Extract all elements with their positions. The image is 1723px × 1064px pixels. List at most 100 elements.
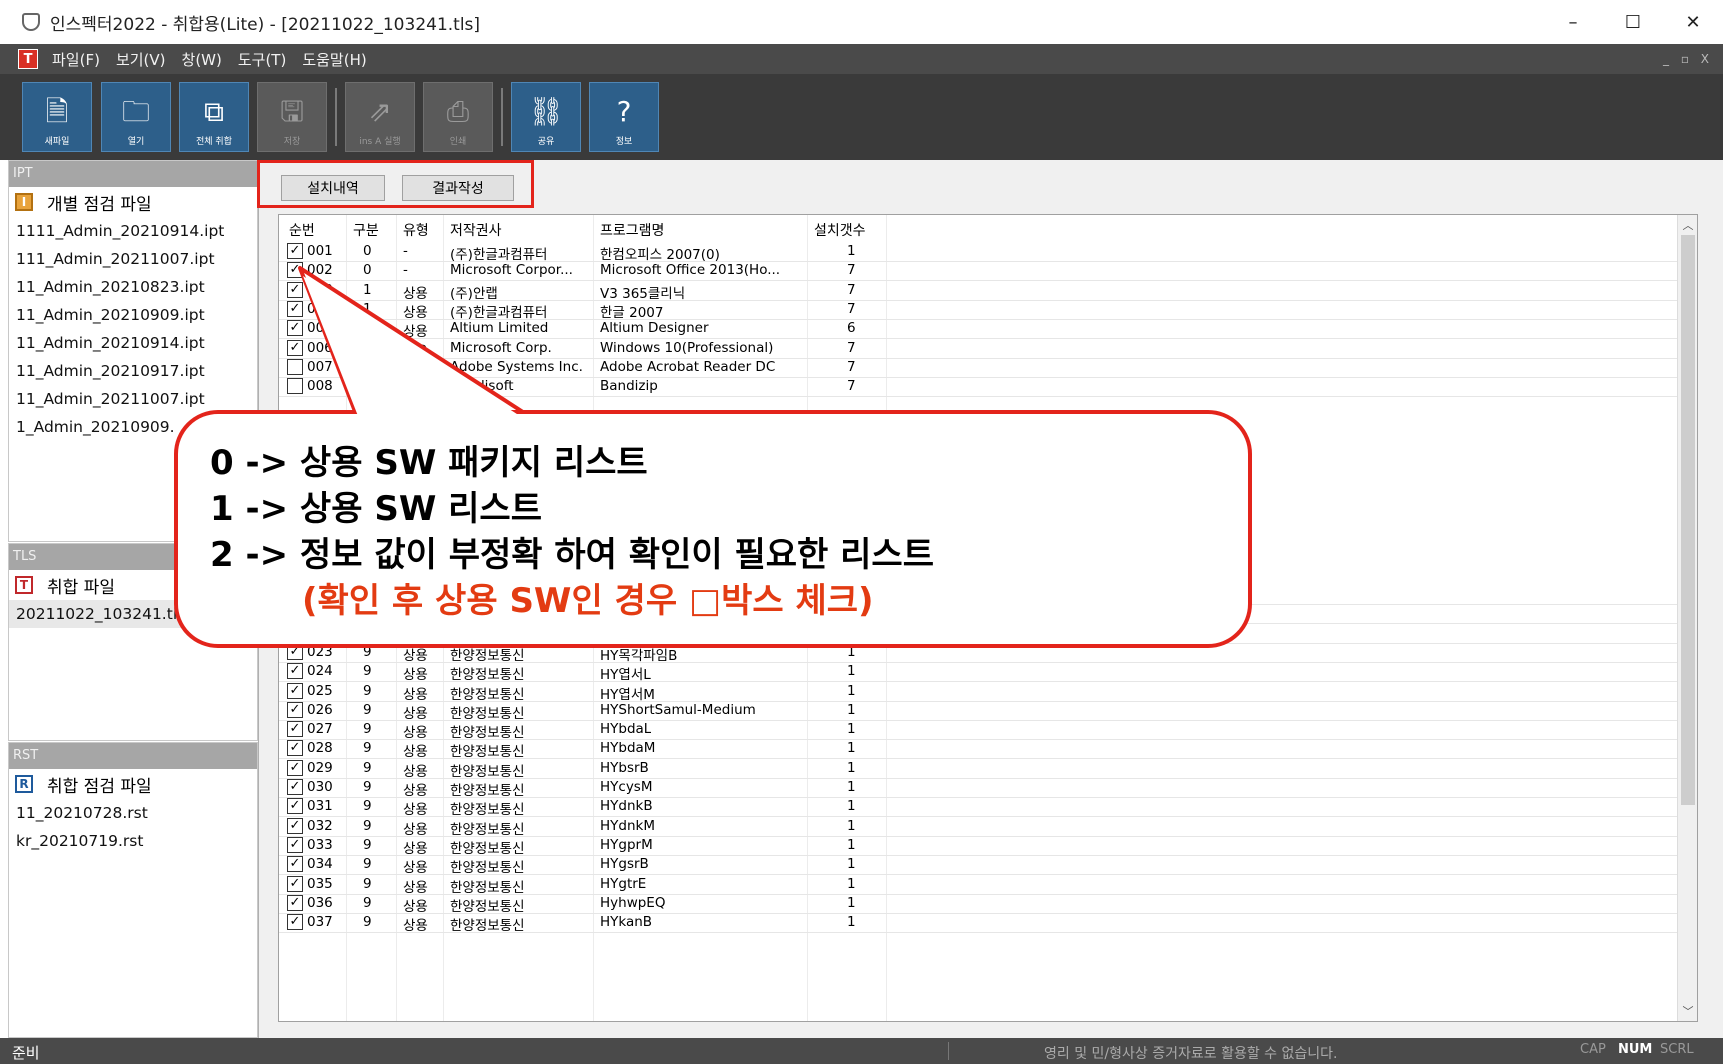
- row-checkbox[interactable]: ✓: [287, 339, 303, 356]
- ipt-file-item[interactable]: 11_Admin_20210909.ipt: [9, 301, 257, 329]
- header-type[interactable]: 유형: [403, 220, 429, 240]
- header-division[interactable]: 구분: [353, 220, 379, 240]
- table-row[interactable]: ✓ 004 1 상용 (주)한글과컴퓨터 한글 2007 7: [279, 299, 1689, 321]
- minimize-button[interactable]: –: [1543, 0, 1603, 44]
- row-checkbox[interactable]: ✓: [287, 300, 303, 317]
- table-row[interactable]: ✓ 030 9 상용 한양정보통신 HYcysM 1: [279, 777, 1689, 799]
- menu-tools[interactable]: 도구(T): [238, 49, 286, 70]
- header-count[interactable]: 설치갯수: [814, 220, 866, 240]
- table-row[interactable]: ✓ 006 1 상용 Microsoft Corp. Windows 10(Profess…: [279, 338, 1689, 360]
- row-checkbox[interactable]: ✓: [287, 894, 303, 911]
- toolbar-button-1[interactable]: 🗀 열기: [101, 82, 171, 152]
- menu-window[interactable]: 창(W): [182, 49, 222, 70]
- row-checkbox[interactable]: ✓: [287, 243, 303, 259]
- scrollbar-thumb[interactable]: [1681, 235, 1695, 805]
- document-icon[interactable]: T: [18, 49, 38, 69]
- row-checkbox[interactable]: [287, 358, 303, 375]
- table-row[interactable]: ✓ 001 0- (주)한글과컴퓨터 한컴오피스 2007(0) 1: [279, 241, 1689, 263]
- ipt-file-item[interactable]: 11_Admin_20211007.ipt: [9, 385, 257, 413]
- ipt-file-item[interactable]: 111_Admin_20211007.ipt: [9, 245, 257, 273]
- row-checkbox[interactable]: ✓: [287, 856, 303, 873]
- ipt-file-item[interactable]: 11_Admin_20210823.ipt: [9, 273, 257, 301]
- header-program[interactable]: 프로그램명: [600, 220, 664, 240]
- table-row[interactable]: ✓ 026 9 상용 한양정보통신 HYShortSamul-Medium 1: [279, 700, 1689, 722]
- toolbar-button-7[interactable]: ? 정보: [589, 82, 659, 152]
- ipt-category[interactable]: I 개별 점검 파일: [9, 187, 257, 217]
- menu-file[interactable]: 파일(F): [52, 49, 100, 70]
- cell-count: 1: [847, 875, 856, 892]
- toolbar-button-4[interactable]: ⇗ ins A 실행: [345, 82, 415, 152]
- cell-div: 9: [363, 836, 372, 853]
- cell-no: 003: [307, 281, 333, 298]
- row-checkbox[interactable]: ✓: [287, 663, 303, 680]
- row-checkbox[interactable]: ✓: [287, 740, 303, 757]
- table-row[interactable]: ✓ 002 0 - Microsoft Corpor... Microsoft Offic…: [279, 260, 1689, 282]
- menu-help[interactable]: 도움말(H): [302, 49, 366, 70]
- row-checkbox[interactable]: ✓: [287, 759, 303, 776]
- table-row[interactable]: ✓ 034 9 상용 한양정보통신 HYgsrB 1: [279, 854, 1689, 876]
- vertical-scrollbar[interactable]: ︿ ﹀: [1677, 215, 1697, 1021]
- row-checkbox[interactable]: [287, 378, 303, 395]
- row-checkbox[interactable]: ✓: [287, 836, 303, 853]
- table-row[interactable]: ✓ 036 9 상용 한양정보통신 HyhwpEQ 1: [279, 893, 1689, 915]
- row-checkbox[interactable]: ✓: [287, 281, 303, 298]
- ipt-file-item[interactable]: 11_Admin_20210917.ipt: [9, 357, 257, 385]
- menu-bar: T 파일(F) 보기(V) 창(W) 도구(T) 도움말(H) _ ▫ X: [0, 44, 1723, 74]
- row-checkbox[interactable]: ✓: [287, 262, 303, 279]
- toolbar-button-2[interactable]: ⧉ 전체 취합: [179, 82, 249, 152]
- toolbar-button-3[interactable]: 🖫 저장: [257, 82, 327, 152]
- cell-vendor: Adobe Systems Inc.: [450, 358, 583, 375]
- row-checkbox[interactable]: ✓: [287, 320, 303, 337]
- tls-file-item[interactable]: 20211022_103241.tls: [9, 600, 192, 628]
- row-checkbox[interactable]: ✓: [287, 701, 303, 718]
- table-row[interactable]: ✓ 037 9 상용 한양정보통신 HYkanB 1: [279, 912, 1689, 934]
- toolbar-button-6[interactable]: ⛓ 공유: [511, 82, 581, 152]
- rst-file-item[interactable]: kr_20210719.rst: [9, 827, 257, 855]
- toolbar-button-label: 인쇄: [449, 137, 467, 147]
- scroll-down-icon[interactable]: ﹀: [1681, 1003, 1695, 1019]
- cell-div: 9: [363, 817, 372, 834]
- header-seq[interactable]: 순번: [289, 220, 315, 240]
- row-checkbox[interactable]: ✓: [287, 817, 303, 834]
- cell-count: 1: [847, 779, 856, 795]
- cell-div: 0: [363, 243, 372, 259]
- table-row[interactable]: ✓ 035 9 상용 한양정보통신 HYgtrE 1: [279, 874, 1689, 896]
- mdi-window-controls[interactable]: _ ▫ X: [1663, 52, 1713, 66]
- table-row[interactable]: ✓ 031 9 상용 한양정보통신 HYdnkB 1: [279, 796, 1689, 818]
- table-row[interactable]: 008 2 상용 Bandisoft Bandizip 7: [279, 376, 1689, 398]
- toolbar-separator: [501, 88, 503, 146]
- row-checkbox[interactable]: ✓: [287, 721, 303, 738]
- rst-category[interactable]: R 취합 점검 파일: [9, 769, 257, 799]
- table-row[interactable]: ✓ 025 9 상용 한양정보통신 HY엽서M 1: [279, 681, 1689, 703]
- toolbar-button-5[interactable]: ⎙ 인쇄: [423, 82, 493, 152]
- table-row[interactable]: ✓ 028 9 상용 한양정보통신 HYbdaM 1: [279, 738, 1689, 760]
- ipt-panel-header: IPT: [9, 161, 257, 187]
- table-row[interactable]: ✓ 005 1 상용 Altium Limited Altium Designer 6: [279, 318, 1689, 340]
- table-row[interactable]: ✓ 003 1 상용 (주)안랩 V3 365클리닉 7: [279, 280, 1689, 302]
- cell-count: 6: [847, 320, 856, 337]
- rst-file-item[interactable]: 11_20210728.rst: [9, 799, 257, 827]
- table-row[interactable]: ✓ 032 9 상용 한양정보통신 HYdnkM 1: [279, 816, 1689, 838]
- cell-div: 1: [363, 339, 372, 356]
- row-checkbox[interactable]: ✓: [287, 875, 303, 892]
- header-vendor[interactable]: 저작권사: [450, 220, 502, 240]
- scroll-up-icon[interactable]: ︿: [1681, 217, 1695, 233]
- table-row[interactable]: ✓ 027 9 상용 한양정보통신 HYbdaL 1: [279, 719, 1689, 741]
- cell-program: HYgtrE: [600, 875, 647, 892]
- menu-view[interactable]: 보기(V): [116, 49, 166, 70]
- row-checkbox[interactable]: ✓: [287, 682, 303, 699]
- ipt-file-item[interactable]: 1111_Admin_20210914.ipt: [9, 217, 257, 245]
- toolbar-button-0[interactable]: 🗎 새파일: [22, 82, 92, 152]
- maximize-button[interactable]: ☐: [1603, 0, 1663, 44]
- cell-no: 028: [307, 740, 333, 757]
- rst-file-list: 11_20210728.rst kr_20210719.rst: [9, 799, 257, 855]
- table-row[interactable]: 007 2 상용 Adobe Systems Inc. Adobe Acrobat Re…: [279, 357, 1689, 379]
- table-row[interactable]: ✓ 029 9 상용 한양정보통신 HYbsrB 1: [279, 758, 1689, 780]
- row-checkbox[interactable]: ✓: [287, 798, 303, 815]
- table-row[interactable]: ✓ 024 9 상용 한양정보통신 HY엽서L 1: [279, 661, 1689, 683]
- close-button[interactable]: ✕: [1663, 0, 1723, 44]
- ipt-file-item[interactable]: 11_Admin_20210914.ipt: [9, 329, 257, 357]
- table-row[interactable]: ✓ 033 9 상용 한양정보통신 HYgprM 1: [279, 835, 1689, 857]
- row-checkbox[interactable]: ✓: [287, 914, 303, 931]
- row-checkbox[interactable]: ✓: [287, 779, 303, 795]
